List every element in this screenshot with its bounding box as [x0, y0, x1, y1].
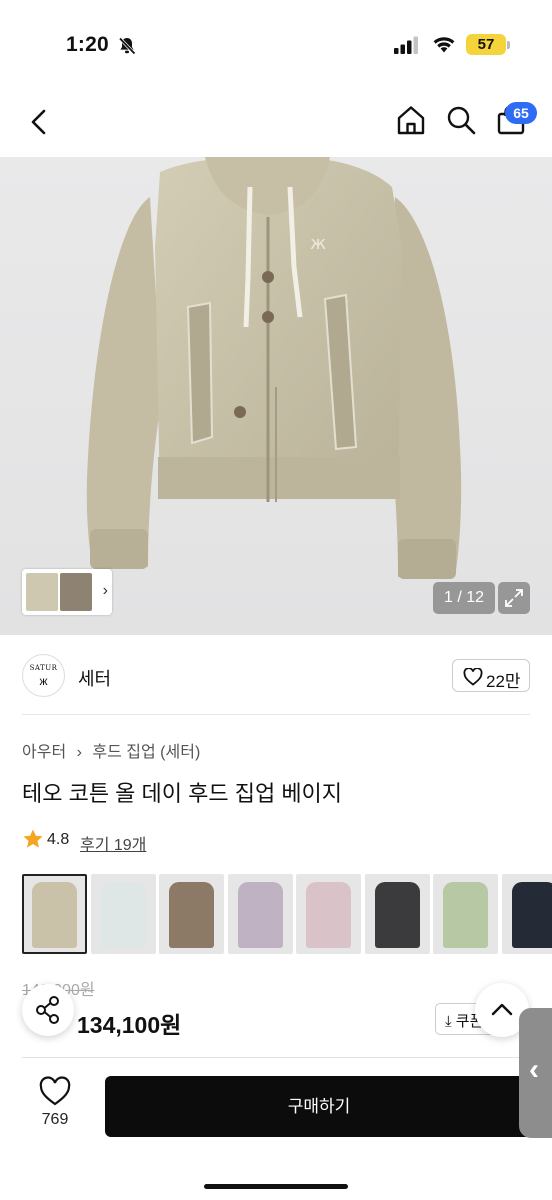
thumbnail-brown[interactable] — [60, 573, 92, 611]
color-option-charcoal[interactable] — [364, 874, 430, 954]
share-button[interactable] — [22, 984, 74, 1036]
shop-logo[interactable]: SATUR ж — [22, 654, 65, 697]
color-swatch — [32, 882, 77, 948]
color-options — [22, 874, 552, 954]
breadcrumb-separator-icon: › — [76, 744, 82, 761]
search-icon[interactable] — [445, 104, 477, 136]
color-option-navy[interactable] — [501, 874, 552, 954]
expand-icon[interactable] — [498, 582, 530, 614]
color-option-pink[interactable] — [296, 874, 361, 954]
color-swatch — [169, 882, 214, 948]
cart-count-badge: 65 — [505, 102, 537, 124]
image-page-indicator: 1 / 12 — [433, 582, 495, 614]
color-swatch — [374, 882, 420, 948]
product-image[interactable]: ж — [0, 157, 552, 635]
shop-like-button[interactable]: 22만 — [452, 659, 530, 692]
star-icon — [23, 829, 43, 848]
side-panel-handle[interactable]: ‹ — [519, 1008, 552, 1138]
color-option-beige[interactable] — [22, 874, 87, 954]
chevron-left-icon[interactable] — [24, 106, 56, 138]
share-icon — [36, 996, 59, 1024]
sale-price: 134,100원 — [77, 1012, 182, 1038]
shop-logo-text: SATUR — [29, 664, 58, 672]
battery-level: 57 — [477, 36, 495, 53]
color-swatch — [443, 882, 488, 948]
rating-value: 4.8 — [47, 831, 70, 848]
color-swatch — [306, 882, 351, 948]
signal-icon — [394, 36, 418, 54]
top-nav-bar — [0, 92, 552, 156]
svg-text:ж: ж — [310, 233, 326, 254]
breadcrumb-item[interactable]: 후드 집업 (세터) — [92, 738, 200, 762]
color-swatch — [511, 882, 552, 948]
home-indicator — [204, 1184, 348, 1189]
chevron-left-icon: ‹ — [529, 1053, 539, 1086]
battery-indicator: 57 — [466, 34, 506, 55]
color-option-model-photo[interactable] — [433, 874, 498, 954]
color-swatch — [237, 882, 283, 948]
shop-like-count: 22만 — [486, 672, 521, 691]
heart-icon — [39, 1076, 71, 1106]
breadcrumb: 아우터 › 후드 집업 (세터) — [22, 738, 200, 762]
chevron-right-icon[interactable]: › — [103, 582, 108, 600]
heart-icon — [463, 668, 483, 686]
buy-button[interactable]: 구매하기 — [105, 1076, 533, 1137]
color-swatch — [100, 882, 146, 948]
color-option-mint[interactable] — [90, 874, 156, 954]
hoodie-illustration: ж — [86, 157, 462, 579]
thumbnail-beige[interactable] — [26, 573, 58, 611]
status-time: 1:20 — [66, 33, 109, 56]
battery-nub — [507, 41, 510, 49]
product-title: 테오 코튼 올 데이 후드 집업 베이지 — [22, 781, 343, 806]
color-option-lavender[interactable] — [227, 874, 293, 954]
review-link[interactable]: 후기 19개 — [80, 831, 146, 855]
color-option-brown[interactable] — [159, 874, 224, 954]
divider — [22, 714, 530, 715]
home-icon[interactable] — [395, 104, 427, 136]
status-bar: 1:20 57 — [0, 0, 552, 92]
wifi-icon — [433, 37, 455, 53]
gallery-thumbnail-strip[interactable]: › — [22, 569, 112, 615]
breadcrumb-item[interactable]: 아우터 — [22, 738, 66, 762]
shop-row[interactable]: SATUR ж 세터 22만 — [22, 654, 530, 700]
shop-name[interactable]: 세터 — [78, 665, 111, 691]
wishlist-button[interactable]: 769 — [30, 1076, 80, 1136]
bell-off-icon — [118, 37, 136, 55]
wishlist-count: 769 — [41, 1111, 69, 1128]
shop-logo-mark: ж — [39, 674, 48, 688]
divider — [22, 1057, 530, 1058]
